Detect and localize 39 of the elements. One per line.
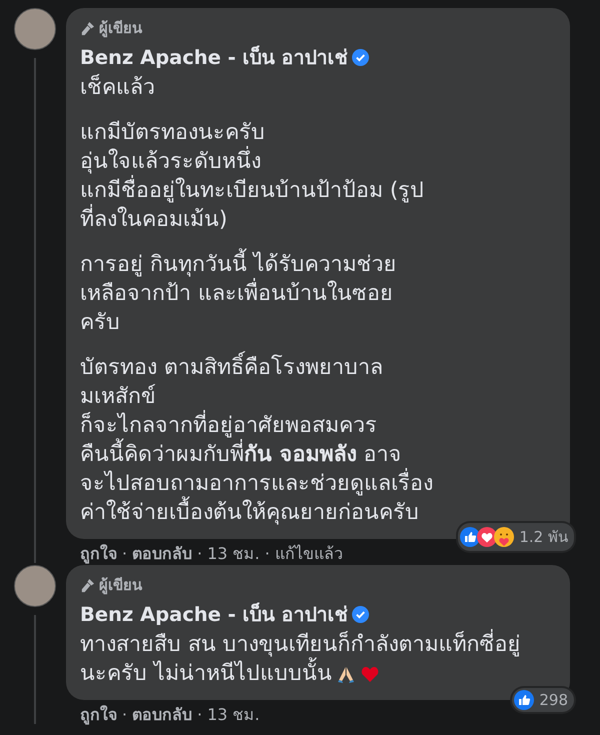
commenter-name[interactable]: Benz Apache - เบ็น อาปาเช่: [80, 42, 348, 73]
reaction-count: 1.2 พัน: [519, 527, 568, 548]
separator-dot: ·: [264, 544, 270, 563]
comment-text: อุ่นใจแล้วระดับหนึ่ง: [80, 147, 261, 176]
comment-action-link[interactable]: ตอบกลับ: [132, 705, 192, 724]
comment-action-link[interactable]: ตอบกลับ: [132, 544, 192, 563]
like-reaction-icon: [514, 690, 534, 710]
comment-text: เหลือจากป้า และเพื่อนบ้านในซอย: [80, 279, 393, 308]
comment-text: ครับ: [80, 309, 120, 337]
comment-action-link[interactable]: ถูกใจ: [80, 544, 117, 563]
comment-meta-text: 13 ชม.: [207, 705, 260, 724]
reactions-summary[interactable]: 298: [512, 688, 574, 712]
separator-dot: ·: [122, 544, 128, 563]
separator-dot: ·: [122, 705, 128, 724]
comment-text: คืนนี้คิดว่าผมกับพี่กัน จอมพลัง อาจ: [80, 440, 402, 469]
separator-dot: ·: [197, 544, 202, 563]
reactions-summary[interactable]: 1.2 พัน: [458, 523, 574, 551]
commenter-name[interactable]: Benz Apache - เบ็น อาปาเช่: [80, 599, 348, 630]
comment-text: การอยู่ กินทุกวันนี้ ได้รับความช่วย: [80, 250, 397, 279]
comment-text: แกมีบัตรทองนะครับ: [80, 119, 265, 146]
comment-meta-text: แก้ไขแล้ว: [274, 544, 343, 563]
comment-text: นะครับ ไม่น่าหนีไปแบบนั้น: [80, 659, 332, 688]
comment-meta-text: 13 ชม.: [207, 544, 260, 563]
reaction-count: 298: [539, 691, 568, 709]
like-reaction-icon: [460, 527, 480, 547]
avatar-photo-placeholder[interactable]: [14, 565, 56, 607]
author-badge-label: ผู้เขียน: [99, 18, 142, 40]
comment-text: แกมีชื่ออยู่ในทะเบียนบ้านป้าป้อม (รูป: [80, 176, 424, 205]
hugging-face-reaction-icon: [494, 527, 514, 547]
heart-reaction-icon: [477, 527, 498, 547]
comment-text: ที่ลงในคอมเม้น): [80, 205, 228, 234]
comment-text: เช็คแล้ว: [80, 73, 155, 102]
comment-action-link[interactable]: ถูกใจ: [80, 705, 117, 724]
avatar-photo-placeholder[interactable]: [14, 8, 56, 50]
comment-text: มเหสักข์: [80, 383, 156, 410]
separator-dot: ·: [197, 705, 202, 724]
comment-text: ค่าใช้จ่ายเบื้องต้นให้คุณยายก่อนครับ: [80, 498, 419, 527]
comment-text: บัตรทอง ตามสิทธิ์คือโรงพยาบาล: [80, 353, 383, 382]
author-badge-label: ผู้เขียน: [99, 575, 142, 596]
